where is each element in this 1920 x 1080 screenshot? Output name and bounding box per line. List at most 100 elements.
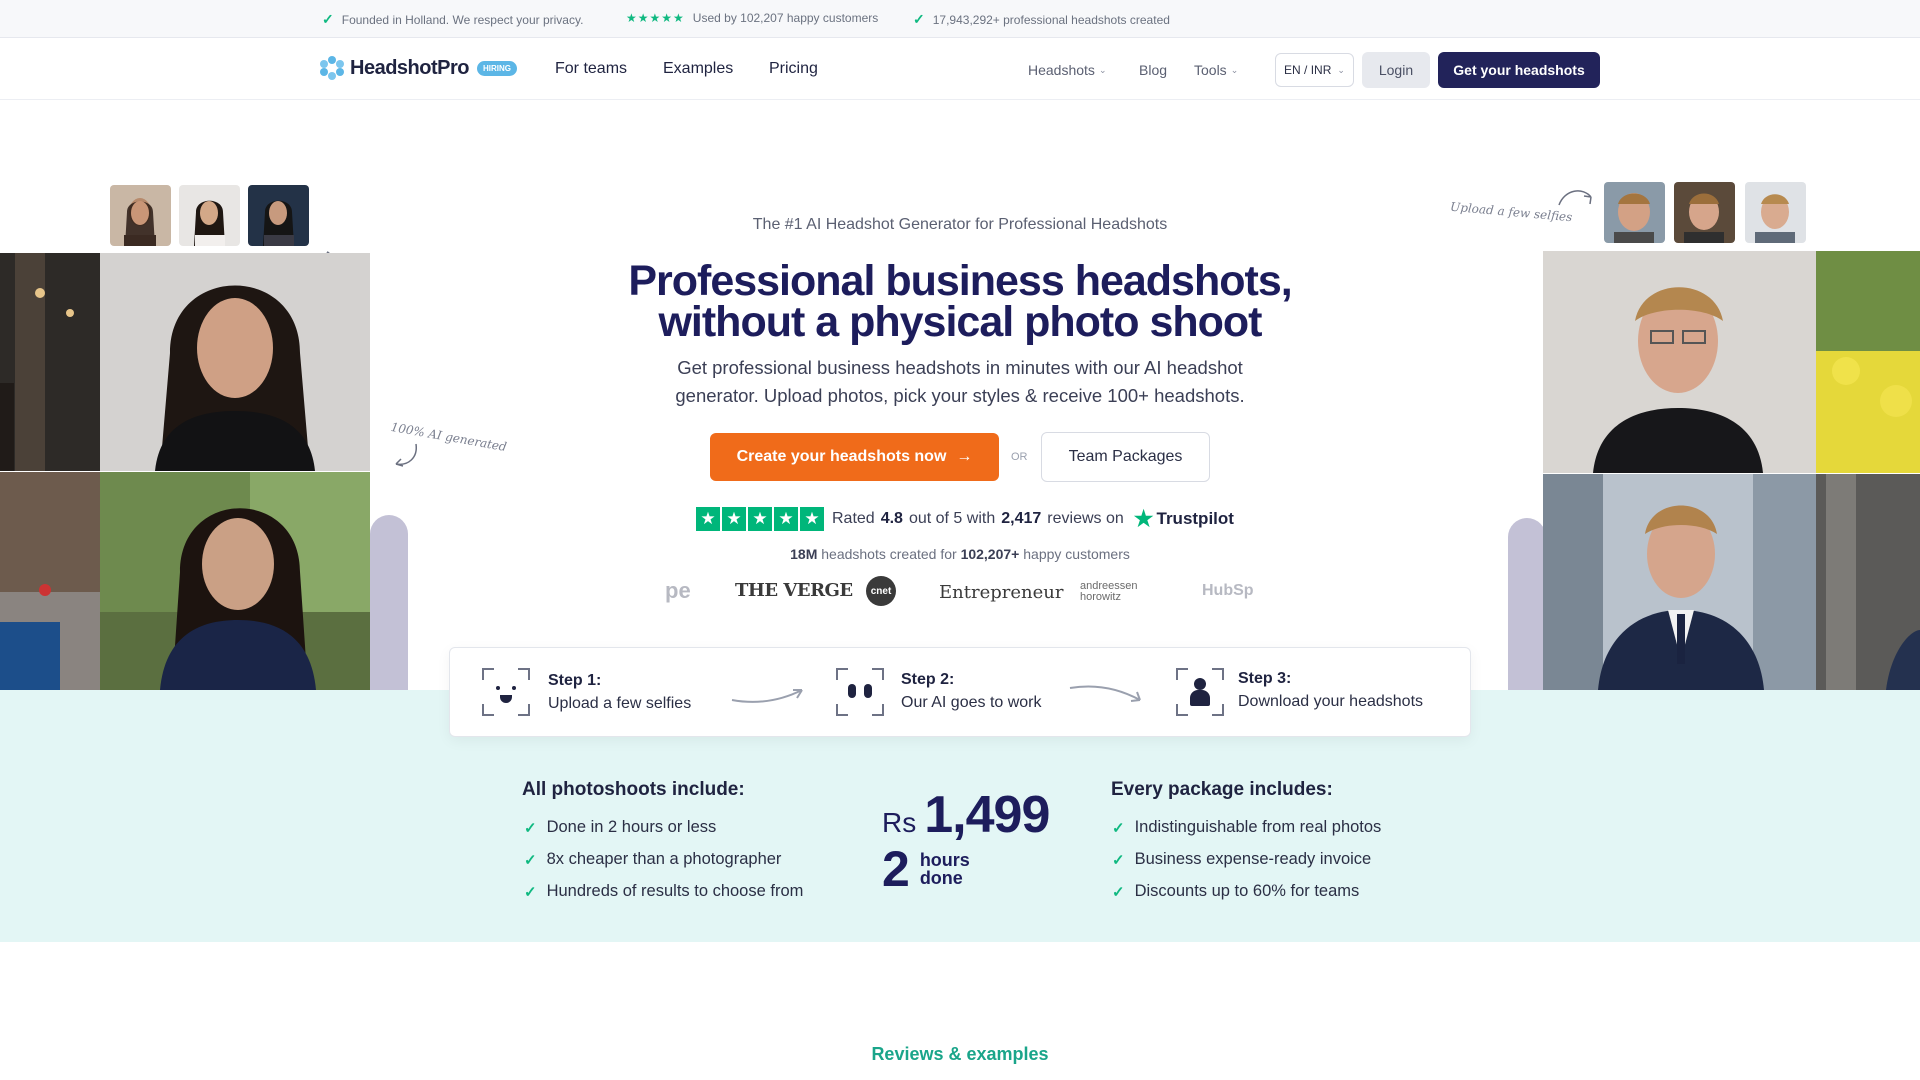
hero-title-line-2: without a physical photo shoot	[658, 298, 1262, 346]
logo-icon	[320, 56, 344, 80]
brand-logo[interactable]: HeadshotPro HIRING	[320, 56, 517, 80]
street-background-photo	[0, 472, 100, 690]
star-icon: ★	[748, 507, 772, 531]
get-headshots-button[interactable]: Get your headshots	[1438, 52, 1600, 88]
generated-headshot-photo	[100, 472, 370, 690]
decorative-shape	[1508, 518, 1546, 690]
office-background-photo	[1816, 474, 1920, 690]
brand-name: HeadshotPro	[350, 56, 469, 79]
include-item: ✓ Hundreds of results to choose from	[524, 882, 803, 901]
done-label: done	[919, 868, 963, 888]
include-item: ✓ Business expense-ready invoice	[1112, 850, 1371, 869]
step-2-title: Step 2:	[901, 671, 955, 688]
team-packages-button[interactable]: Team Packages	[1041, 432, 1210, 482]
generated-headshot-photo	[1543, 474, 1816, 690]
press-logo-cnet: cnet	[866, 576, 896, 606]
curved-arrow-icon	[1558, 190, 1592, 206]
turnaround-hours: 2	[882, 841, 910, 897]
ai-eyes-icon	[836, 668, 884, 716]
login-button[interactable]: Login	[1362, 52, 1430, 88]
nav-tools-dropdown[interactable]: Tools ⌄	[1194, 62, 1238, 78]
rated-label: Rated	[832, 510, 875, 527]
trustpilot-star-icon: ★	[1133, 506, 1154, 531]
check-icon: ✓	[524, 819, 537, 837]
rating-out-of: out of 5 with	[908, 510, 996, 527]
person-download-icon	[1176, 668, 1224, 716]
price-amount: 1,499	[924, 786, 1050, 844]
price-currency: Rs	[882, 807, 917, 838]
star-icon: ★	[696, 507, 720, 531]
customers-note: ★★★★★ Used by 102,207 happy customers	[626, 11, 878, 25]
chevron-down-icon: ⌄	[1337, 64, 1345, 75]
include-item: ✓ Discounts up to 60% for teams	[1112, 882, 1359, 901]
selfie-face-icon	[482, 668, 530, 716]
founded-note: ✓ Founded in Holland. We respect your pr…	[322, 11, 583, 28]
check-icon: ✓	[524, 851, 537, 869]
price-display: Rs 1,499	[882, 785, 1050, 845]
check-icon: ✓	[322, 11, 334, 27]
include-item: ✓ Indistinguishable from real photos	[1112, 818, 1381, 837]
curved-arrow-icon	[395, 443, 417, 467]
include-item-text: Indistinguishable from real photos	[1134, 818, 1382, 836]
star-icon: ★	[774, 507, 798, 531]
create-headshots-label: Create your headshots now	[736, 448, 947, 465]
rating-score: 4.8	[880, 510, 903, 527]
star-icon: ★	[800, 507, 824, 531]
hiring-badge[interactable]: HIRING	[476, 60, 517, 76]
hero-title-line-1: Professional business headshots,	[628, 257, 1292, 305]
create-headshots-button[interactable]: Create your headshots now →	[710, 433, 999, 481]
nav-tools-label: Tools	[1194, 62, 1227, 78]
include-item-text: Hundreds of results to choose from	[546, 882, 804, 900]
nav-pricing[interactable]: Pricing	[769, 60, 818, 78]
check-icon: ✓	[1112, 819, 1125, 837]
check-icon: ✓	[524, 883, 537, 901]
or-separator: OR	[1011, 451, 1028, 463]
step-1-title: Step 1:	[548, 672, 602, 689]
press-logo-partial: pe	[665, 578, 691, 603]
arrow-right-icon	[1069, 685, 1141, 702]
language-currency-select[interactable]: EN / INR ⌄	[1275, 53, 1354, 87]
headshots-created-line: 18M headshots created for 102,207+ happy…	[0, 546, 1920, 562]
stars-icon: ★★★★★	[626, 11, 685, 25]
trustpilot-logo: ★ Trustpilot	[1134, 506, 1234, 532]
created-customers: 102,207+	[960, 546, 1020, 562]
turnaround-label: hours done	[920, 851, 970, 887]
language-label: EN / INR	[1284, 63, 1332, 77]
nav-for-teams[interactable]: For teams	[555, 60, 627, 78]
nav-blog[interactable]: Blog	[1139, 62, 1167, 78]
created-tail: happy customers	[1023, 546, 1130, 562]
created-count: 18M	[790, 546, 818, 562]
customers-text: Used by 102,207 happy customers	[692, 11, 879, 25]
hero-subtitle: Get professional business headshots in m…	[675, 357, 1245, 406]
decorative-shape	[370, 515, 408, 690]
chevron-down-icon: ⌄	[1230, 64, 1239, 75]
check-icon: ✓	[1112, 883, 1125, 901]
press-logo-a16z: andreessen horowitz	[1080, 580, 1138, 603]
turnaround-display: 2 hours done	[882, 841, 970, 897]
hero-eyebrow: The #1 AI Headshot Generator for Profess…	[752, 216, 1168, 233]
arrow-right-icon	[731, 689, 803, 703]
check-icon: ✓	[913, 11, 925, 27]
reviews-heading: Reviews & examples	[871, 1044, 1049, 1064]
trustpilot-stars: ★ ★ ★ ★ ★	[696, 507, 824, 531]
nav-headshots-label: Headshots	[1028, 62, 1095, 78]
steps-card: Step 1: Upload a few selfies Step 2: Our…	[449, 647, 1471, 737]
created-note: ✓ 17,943,292+ professional headshots cre…	[913, 11, 1170, 28]
review-count: 2,417	[1001, 510, 1042, 527]
hero-title: Professional business headshots, without…	[0, 257, 1920, 346]
arrow-right-icon: →	[956, 448, 973, 465]
trustpilot-rating[interactable]: ★ ★ ★ ★ ★ Rated 4.8 out of 5 with 2,417 …	[696, 506, 1234, 532]
star-icon: ★	[722, 507, 746, 531]
hours-label: hours	[919, 850, 970, 870]
include-item-text: 8x cheaper than a photographer	[546, 850, 782, 868]
main-navigation: HeadshotPro HIRING For teams Examples Pr…	[0, 38, 1920, 100]
step-2-desc: Our AI goes to work	[901, 694, 1042, 711]
trustpilot-name: Trustpilot	[1156, 509, 1234, 528]
nav-examples[interactable]: Examples	[663, 60, 733, 78]
top-info-bar: ✓ Founded in Holland. We respect your pr…	[0, 0, 1920, 38]
nav-headshots-dropdown[interactable]: Headshots ⌄	[1028, 62, 1106, 78]
include-item-text: Done in 2 hours or less	[546, 818, 717, 836]
press-logo-hubspot-partial: HubSp	[1202, 582, 1254, 599]
cnet-label: cnet	[870, 585, 892, 597]
reviews-on-label: reviews on	[1047, 510, 1124, 527]
